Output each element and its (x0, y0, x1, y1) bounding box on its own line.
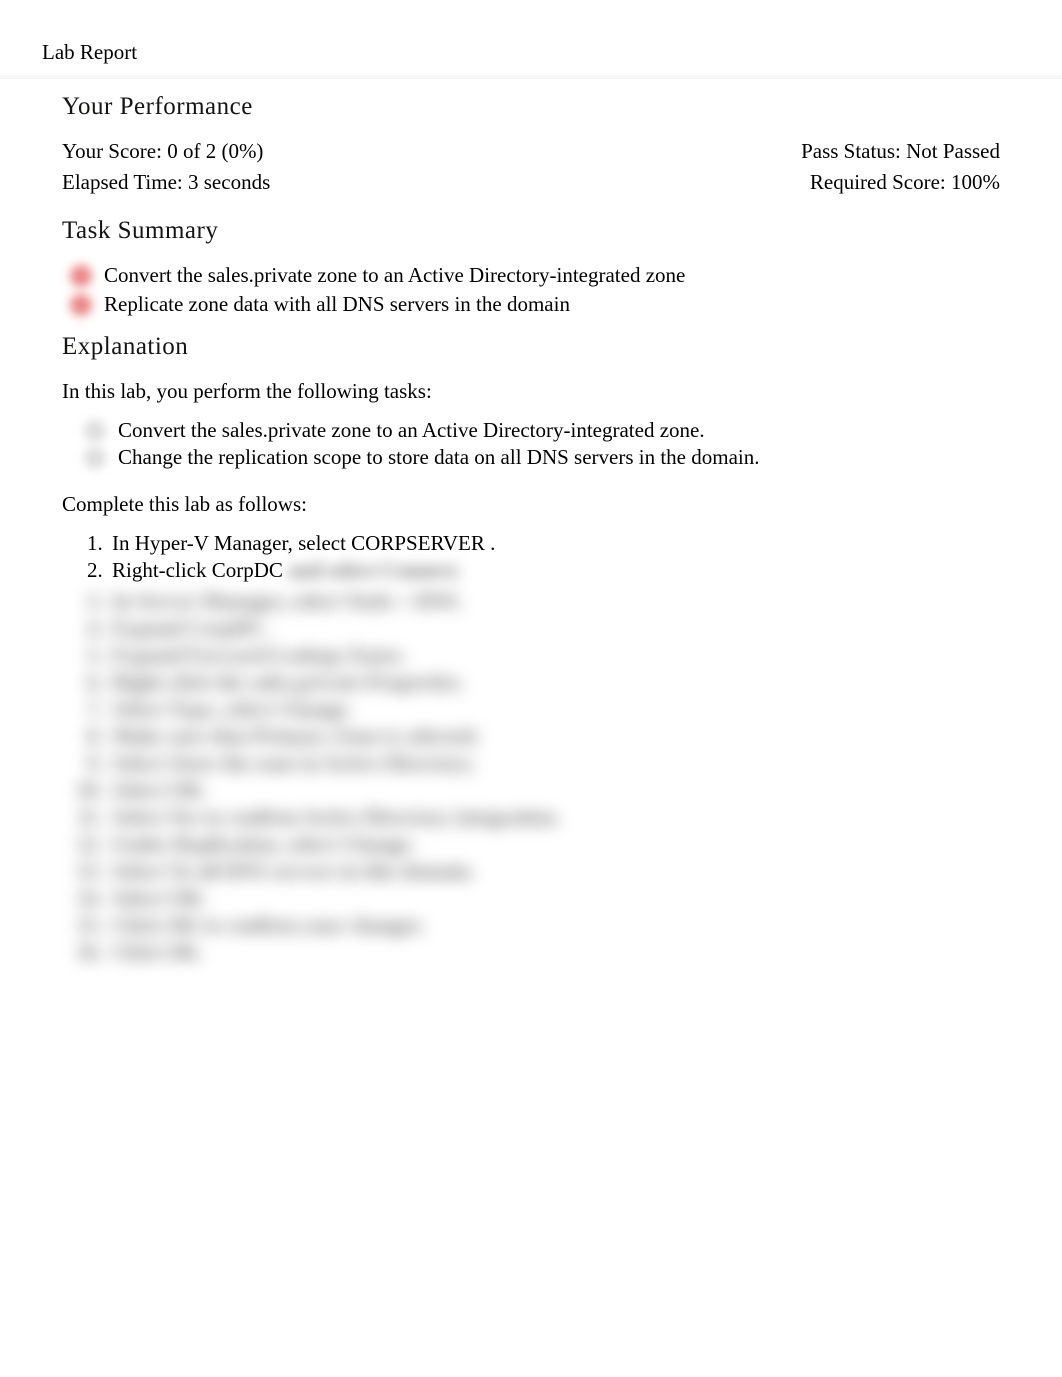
list-item-label: Change the replication scope to store da… (118, 445, 760, 470)
step-text: Right-click CorpDC (112, 558, 283, 582)
required-score-text: Required Score: 100% (810, 170, 1000, 195)
task-item-label: Convert the sales.private zone to an Act… (104, 263, 685, 288)
step-item: Right-click CorpDC and select Connect. (108, 558, 1000, 583)
task-summary-heading: Task Summary (62, 217, 1000, 245)
steps-list: In Hyper-V Manager, select CORPSERVER . … (62, 531, 1000, 583)
status-dot-icon (70, 265, 92, 287)
task-summary-list: Convert the sales.private zone to an Act… (62, 263, 1000, 317)
step-item: In Hyper-V Manager, select CORPSERVER . (108, 531, 1000, 556)
explanation-bullet-list: Convert the sales.private zone to an Act… (62, 418, 1000, 470)
step-item: Click OK. (108, 940, 1000, 965)
complete-intro-text: Complete this lab as follows: (62, 492, 1000, 517)
pass-status-text: Pass Status: Not Passed (801, 139, 1000, 164)
task-item-label: Replicate zone data with all DNS servers… (104, 292, 570, 317)
list-item: Convert the sales.private zone to an Act… (84, 418, 1000, 443)
header-divider (0, 75, 1062, 79)
step-item: Select Store the zone in Active Director… (108, 751, 1000, 776)
step-text: In Hyper-V Manager, select CORPSERVER . (112, 531, 495, 555)
performance-heading: Your Performance (62, 93, 1000, 121)
step-item: Select To all DNS servers in this domain… (108, 859, 1000, 884)
step-item: In Server Manager, select Tools > DNS. (108, 589, 1000, 614)
step-item: Click OK to confirm your changes. (108, 913, 1000, 938)
explanation-intro-text: In this lab, you perform the following t… (62, 379, 1000, 404)
document-title: Lab Report (42, 40, 1052, 71)
bullet-icon (84, 420, 106, 442)
step-item: Select Type, select Change. (108, 697, 1000, 722)
obscured-steps-list: In Server Manager, select Tools > DNS.Ex… (62, 589, 1000, 965)
step-item: Select OK. (108, 778, 1000, 803)
step-item: Expand CorpDC. (108, 616, 1000, 641)
score-text: Your Score: 0 of 2 (0%) (62, 139, 263, 164)
list-item: Change the replication scope to store da… (84, 445, 1000, 470)
elapsed-time-text: Elapsed Time: 3 seconds (62, 170, 270, 195)
task-item: Replicate zone data with all DNS servers… (70, 292, 1000, 317)
obscured-text: and select Connect. (288, 558, 461, 583)
step-item: Select OK. (108, 886, 1000, 911)
explanation-heading: Explanation (62, 333, 1000, 361)
list-item-label: Convert the sales.private zone to an Act… (118, 418, 705, 443)
task-item: Convert the sales.private zone to an Act… (70, 263, 1000, 288)
bullet-icon (84, 447, 106, 469)
step-item: Expand Forward Lookup Zones. (108, 643, 1000, 668)
status-dot-icon (70, 294, 92, 316)
step-item: Under Replication, select Change. (108, 832, 1000, 857)
step-item: Make sure that Primary Zone is selected. (108, 724, 1000, 749)
step-item: Select Yes to confirm Active Directory i… (108, 805, 1000, 830)
step-item: Right-click the sales.private Properties… (108, 670, 1000, 695)
